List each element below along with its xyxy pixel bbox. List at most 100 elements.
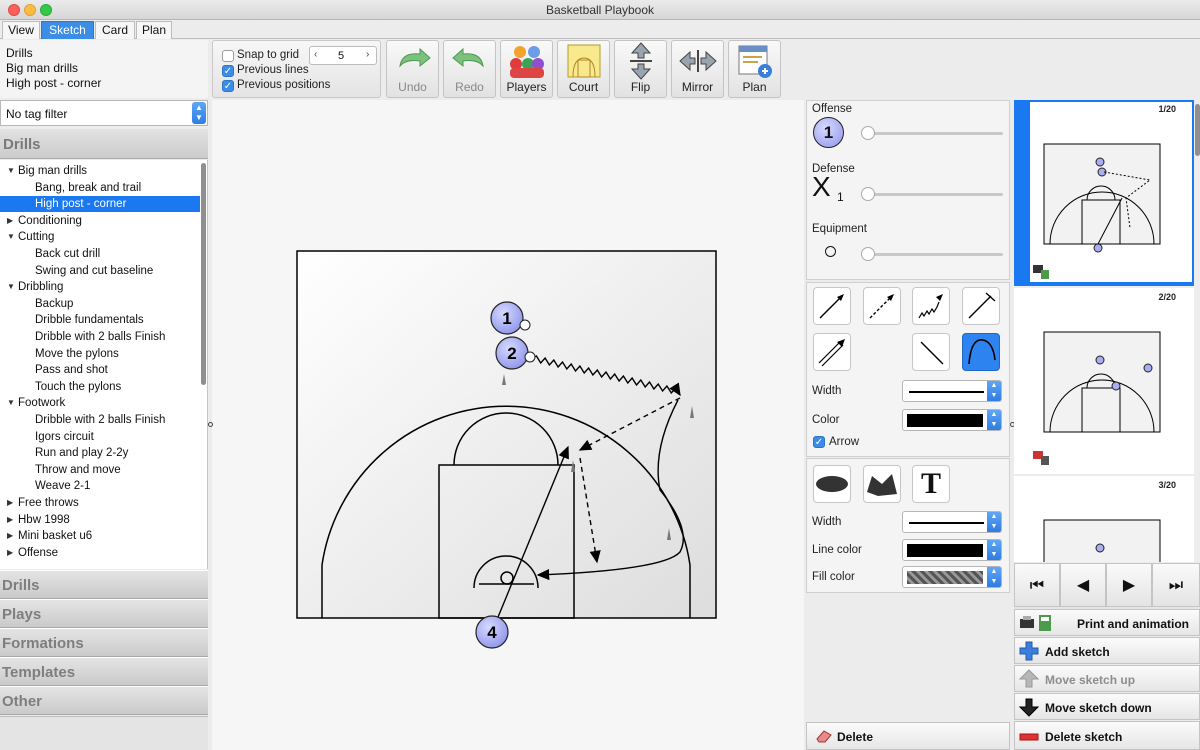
accordion-formations[interactable]: Formations [0,628,208,657]
tree-item[interactable]: Move the pylons [0,346,200,362]
increment-icon[interactable]: › [366,49,369,60]
line-width-select[interactable]: ▲ ▼ [902,380,1002,402]
accordion-drills[interactable]: Drills [0,570,208,599]
tree-folder[interactable]: ▼ Dribbling [0,279,200,295]
tree-item[interactable]: High post - corner [0,196,200,213]
tree-item[interactable]: Pass and shot [0,362,200,378]
tree-folder[interactable]: ▼ Cutting [0,229,200,245]
equipment-slider[interactable] [867,253,1003,256]
previous-positions-checkbox[interactable]: ✓ [222,80,234,92]
previous-sketch-button[interactable]: ◀ [1060,563,1106,607]
offense-player-4[interactable]: 4 [475,615,509,649]
tree-item[interactable]: Touch the pylons [0,379,200,395]
tree-item[interactable]: Back cut drill [0,246,200,262]
thumbnail-3[interactable]: 3/20 [1014,476,1194,562]
ellipse-tool[interactable] [813,465,851,503]
players-button[interactable]: Players [500,40,553,98]
accordion-other[interactable]: Other [0,686,208,715]
tree-item[interactable]: Bang, break and trail [0,180,200,196]
line-tool-dashed[interactable] [863,287,901,325]
disclosure-collapsed-icon[interactable]: ▶ [7,545,13,561]
offense-slider-knob[interactable] [861,126,875,140]
disclosure-expanded-icon[interactable]: ▼ [7,279,15,295]
line-tool-screen[interactable] [962,287,1000,325]
next-sketch-button[interactable]: ▶ [1106,563,1152,607]
splitter-handle[interactable] [208,422,213,427]
tree-folder[interactable]: ▼ Footwork [0,395,200,411]
tree-folder[interactable]: ▶ Offense [0,545,200,561]
tree-folder[interactable]: ▶ Mini basket u6 [0,528,200,544]
drills-section-header[interactable]: Drills [0,129,208,159]
defense-slider-knob[interactable] [861,187,875,201]
defense-slider[interactable] [867,193,1003,196]
tree-folder[interactable]: ▶ Free throws [0,495,200,511]
line-tool-double[interactable] [813,333,851,371]
court-button[interactable]: Court [557,40,610,98]
tree-item[interactable]: Weave 2-1 [0,478,200,494]
tab-view[interactable]: View [2,21,40,39]
close-window-button[interactable] [8,4,20,16]
disclosure-expanded-icon[interactable]: ▼ [7,229,15,245]
defense-symbol[interactable]: X [812,171,831,203]
move-sketch-up-button[interactable]: Move sketch up [1014,665,1200,692]
tab-plan[interactable]: Plan [136,21,172,39]
sketch-thumbnails[interactable]: 1/20 2/20 3/20 [1014,100,1200,562]
tab-card[interactable]: Card [95,21,135,39]
redo-button[interactable]: Redo [443,40,496,98]
last-sketch-button[interactable]: ⏭ [1152,563,1200,607]
tree-item[interactable]: Dribble fundamentals [0,312,200,328]
offense-symbol[interactable]: 1 [813,117,844,148]
polygon-tool[interactable] [863,465,901,503]
thumbnail-1[interactable]: 1/20 [1014,100,1194,286]
disclosure-collapsed-icon[interactable]: ▶ [7,213,13,229]
print-and-animation-button[interactable]: Print and animation [1014,609,1200,636]
line-color-select[interactable]: ▲ ▼ [902,409,1002,431]
disclosure-collapsed-icon[interactable]: ▶ [7,512,13,528]
tree-item[interactable]: Dribble with 2 balls Finish [0,329,200,345]
accordion-templates[interactable]: Templates [0,657,208,686]
tag-filter-select[interactable]: No tag filter ▲ ▼ [0,100,208,126]
minimize-window-button[interactable] [24,4,36,16]
equipment-slider-knob[interactable] [861,247,875,261]
tree-item[interactable]: Dribble with 2 balls Finish [0,412,200,428]
tree-folder[interactable]: ▶ Conditioning [0,213,200,229]
ball-icon[interactable] [825,246,836,257]
text-tool[interactable]: T [912,465,950,503]
shape-line-color-select[interactable]: ▲ ▼ [902,539,1002,561]
court-drawing[interactable]: 1 2 4 [212,100,804,750]
disclosure-collapsed-icon[interactable]: ▶ [7,528,13,544]
thumbnail-2[interactable]: 2/20 [1014,288,1194,474]
previous-lines-checkbox[interactable]: ✓ [222,65,234,77]
tree-scrollbar[interactable] [201,163,206,385]
add-sketch-button[interactable]: Add sketch [1014,637,1200,664]
move-sketch-down-button[interactable]: Move sketch down [1014,693,1200,720]
tree-item[interactable]: Backup [0,296,200,312]
mirror-button[interactable]: Mirror [671,40,724,98]
line-tool-curve[interactable] [962,333,1000,371]
drill-tree[interactable]: ▼ Big man drills Bang, break and trail High… [0,160,208,569]
snap-to-grid-checkbox[interactable] [222,50,234,62]
offense-slider[interactable] [867,132,1003,135]
thumbnails-scrollbar[interactable] [1195,104,1200,156]
tree-folder[interactable]: ▶ Hbw 1998 [0,512,200,528]
tree-item[interactable]: Run and play 2-2y [0,445,200,461]
flip-button[interactable]: Flip [614,40,667,98]
sketch-canvas[interactable]: 1 2 4 [212,100,804,750]
accordion-plays[interactable]: Plays [0,599,208,628]
undo-button[interactable]: Undo [386,40,439,98]
delete-sketch-button[interactable]: Delete sketch [1014,721,1200,750]
line-tool-dribble[interactable] [912,287,950,325]
delete-button[interactable]: Delete [806,722,1010,750]
tree-item[interactable]: Throw and move [0,462,200,478]
tab-sketch[interactable]: Sketch [41,21,94,39]
plan-button[interactable]: Plan [728,40,781,98]
tree-folder[interactable]: ▼ Big man drills [0,163,200,179]
shape-width-select[interactable]: ▲ ▼ [902,511,1002,533]
disclosure-expanded-icon[interactable]: ▼ [7,395,15,411]
tree-item[interactable]: Igors circuit [0,429,200,445]
grid-size-stepper[interactable]: ‹ 5 › [309,46,377,65]
line-tool-arrow[interactable] [813,287,851,325]
zoom-window-button[interactable] [40,4,52,16]
first-sketch-button[interactable]: ⏮ [1014,563,1060,607]
decrement-icon[interactable]: ‹ [314,49,317,60]
